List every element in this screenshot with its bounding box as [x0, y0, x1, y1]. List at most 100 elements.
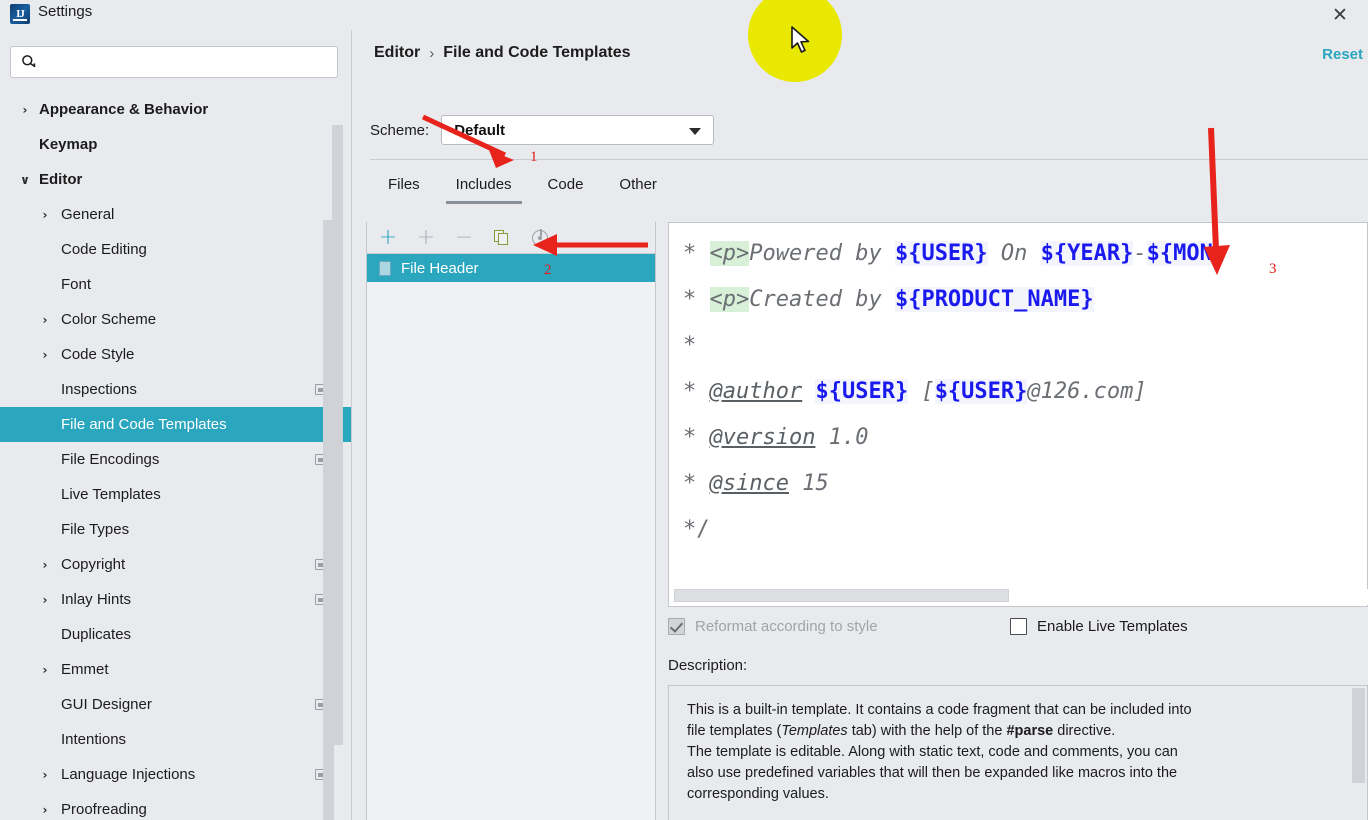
sidebar-item-proofreading[interactable]: › Proofreading — [0, 792, 352, 820]
sidebar-item-copyright[interactable]: › Copyright — [0, 547, 352, 582]
sidebar-item-font[interactable]: Font — [0, 267, 352, 302]
code-token: * — [683, 471, 710, 496]
reformat-checkbox[interactable] — [668, 618, 685, 635]
code-line[interactable]: * @since 15 — [683, 461, 1353, 507]
chevron-right-icon[interactable]: › — [38, 208, 52, 222]
sidebar-item-general[interactable]: › General — [0, 197, 352, 232]
chevron-right-icon[interactable]: › — [38, 803, 52, 817]
description-label: Description: — [668, 657, 748, 674]
sidebar-item-code-style[interactable]: › Code Style — [0, 337, 352, 372]
tab-includes[interactable]: Includes — [438, 170, 530, 204]
add-template-button[interactable]: + — [377, 225, 399, 250]
description-line-1b-pre: file templates ( — [687, 723, 782, 739]
code-token: - — [1133, 241, 1147, 266]
code-line[interactable]: * — [683, 323, 1353, 369]
sidebar-item-label: Language Injections — [61, 766, 196, 783]
sidebar-item-duplicates[interactable]: Duplicates — [0, 617, 352, 652]
search-icon — [22, 55, 36, 68]
template-list-toolbar: + + − — [367, 222, 655, 254]
list-item-label: File Header — [401, 259, 479, 277]
sidebar-scrollbar-thumb[interactable] — [323, 220, 334, 820]
sidebar-item-emmet[interactable]: › Emmet — [0, 652, 352, 687]
search-field[interactable] — [10, 46, 338, 78]
reset-template-button[interactable] — [529, 227, 551, 249]
description-text: This is a built-in template. It contains… — [669, 686, 1367, 820]
remove-template-button[interactable]: − — [453, 225, 475, 250]
mouse-cursor-icon — [791, 26, 810, 53]
sidebar-item-label: Color Scheme — [61, 311, 157, 328]
code-token: */ — [683, 517, 710, 542]
code-line[interactable]: * <p>Created by ${PRODUCT_NAME} — [683, 277, 1353, 323]
code-token: @version — [709, 425, 816, 450]
sidebar-item-inlay-hints[interactable]: › Inlay Hints — [0, 582, 352, 617]
live-templates-checkbox[interactable] — [1010, 618, 1027, 635]
code-token: <p> — [709, 287, 750, 312]
chevron-right-icon[interactable]: › — [38, 768, 52, 782]
editor-hscrollbar-track[interactable] — [670, 589, 1368, 605]
code-token: ${USER} — [815, 379, 909, 404]
sidebar-item-file-types[interactable]: File Types — [0, 512, 352, 547]
close-icon[interactable]: ✕ — [1320, 0, 1360, 30]
reset-button[interactable]: Reset — [1322, 46, 1363, 63]
sidebar-item-live-templates[interactable]: Live Templates — [0, 477, 352, 512]
tab-code[interactable]: Code — [530, 170, 602, 204]
editor-hscrollbar-thumb[interactable] — [674, 589, 1009, 602]
window-title: Settings — [38, 3, 93, 20]
scheme-selected-value: Default — [454, 121, 506, 139]
description-parse-bold: #parse — [1006, 723, 1054, 739]
description-line-1b-post: directive. — [1053, 723, 1116, 739]
chevron-right-icon[interactable]: › — [38, 313, 52, 327]
sidebar-item-appearance-behavior[interactable]: › Appearance & Behavior — [0, 92, 352, 127]
live-templates-checkbox-row[interactable]: Enable Live Templates — [1010, 618, 1188, 635]
sidebar-item-file-and-code-templates[interactable]: File and Code Templates — [0, 407, 352, 442]
chevron-right-icon[interactable]: › — [18, 103, 32, 117]
description-line-2: The template is editable. Along with sta… — [687, 742, 1327, 805]
search-input[interactable] — [43, 47, 333, 77]
code-line[interactable]: * @version 1.0 — [683, 415, 1353, 461]
chevron-down-icon[interactable]: ∨ — [18, 173, 32, 187]
description-scrollbar-track[interactable] — [1352, 687, 1366, 820]
sidebar-item-intentions[interactable]: Intentions — [0, 722, 352, 757]
template-code-editor[interactable]: * <p>Powered by ${USER} On ${YEAR}-${MON… — [668, 222, 1368, 607]
description-line-1b-mid: tab) with the help of the — [847, 723, 1007, 739]
code-token: * — [683, 425, 710, 450]
sidebar-scrollbar-track[interactable] — [323, 125, 343, 820]
scheme-dropdown[interactable]: Default — [441, 115, 715, 145]
chevron-right-icon[interactable]: › — [38, 663, 52, 677]
annotation-number-2: 2 — [544, 262, 552, 278]
chevron-right-icon[interactable]: › — [38, 558, 52, 572]
description-line-2b: also use predefined variables that will … — [687, 765, 1178, 781]
settings-content-pane: Editor › File and Code Templates Reset S… — [352, 30, 1368, 820]
sidebar-item-keymap[interactable]: Keymap — [0, 127, 352, 162]
settings-window: IJ Settings ✕ › Appearance & Behavior Keym… — [0, 0, 1368, 820]
code-line[interactable]: * <p>Powered by ${USER} On ${YEAR}-${MON — [683, 231, 1353, 277]
sidebar-item-editor[interactable]: ∨ Editor — [0, 162, 352, 197]
breadcrumb-parent[interactable]: Editor — [374, 44, 420, 62]
code-token: Created by — [749, 287, 895, 312]
description-scrollbar-thumb[interactable] — [1352, 688, 1365, 783]
code-line[interactable]: * @author ${USER} [${USER}@126.com] — [683, 369, 1353, 415]
list-item[interactable]: File Header — [367, 254, 655, 282]
sidebar-item-code-editing[interactable]: Code Editing — [0, 232, 352, 267]
chevron-right-icon[interactable]: › — [38, 348, 52, 362]
sidebar-item-label: Code Editing — [61, 241, 147, 258]
tab-files[interactable]: Files — [370, 170, 438, 204]
code-line[interactable]: */ — [683, 507, 1353, 553]
sidebar-item-gui-designer[interactable]: GUI Designer — [0, 687, 352, 722]
sidebar-item-label: Inspections — [61, 381, 137, 398]
settings-sidebar: › Appearance & Behavior Keymap ∨ Editor › Gene… — [0, 30, 352, 820]
sidebar-item-language-injections[interactable]: › Language Injections — [0, 757, 352, 792]
code-token: ${PRODUCT_NAME} — [894, 287, 1094, 312]
code-token: * — [683, 333, 697, 358]
copy-template-button[interactable] — [491, 227, 513, 249]
sidebar-item-file-encodings[interactable]: File Encodings — [0, 442, 352, 477]
sidebar-item-color-scheme[interactable]: › Color Scheme — [0, 302, 352, 337]
sidebar-item-inspections[interactable]: Inspections — [0, 372, 352, 407]
chevron-right-icon[interactable]: › — [38, 593, 52, 607]
tab-other[interactable]: Other — [601, 170, 675, 204]
reformat-checkbox-row[interactable]: Reformat according to style — [668, 618, 878, 635]
add-child-template-button[interactable]: + — [415, 225, 437, 250]
description-line-1: This is a built-in template. It contains… — [687, 700, 1327, 742]
sidebar-item-label: Editor — [39, 171, 83, 188]
code-token: ${USER} — [934, 379, 1028, 404]
